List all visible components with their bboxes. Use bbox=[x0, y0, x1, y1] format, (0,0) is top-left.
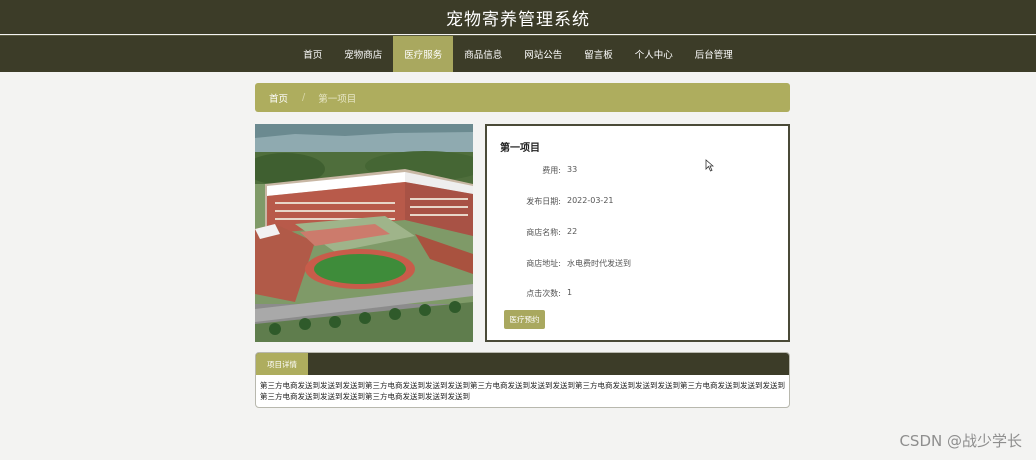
campus-building-image bbox=[255, 124, 473, 342]
project-details-text: 第三方电商发送到发送到发送到第三方电商发送到发送到发送到第三方电商发送到发送到发… bbox=[260, 381, 785, 401]
info-label: 商店名称: bbox=[526, 228, 561, 237]
project-details-section: 项目详情 第三方电商发送到发送到发送到第三方电商发送到发送到发送到第三方电商发送… bbox=[255, 352, 790, 408]
nav-product-info[interactable]: 商品信息 bbox=[453, 36, 513, 72]
nav-medical-service[interactable]: 医疗服务 bbox=[393, 36, 454, 72]
info-value: 33 bbox=[567, 165, 578, 174]
info-value: 2022-03-21 bbox=[567, 196, 614, 205]
main-nav: 首页 宠物商店 医疗服务 商品信息 网站公告 留言板 个人中心 后台管理 bbox=[0, 35, 1036, 72]
nav-message-board[interactable]: 留言板 bbox=[573, 36, 624, 72]
info-label: 费用: bbox=[542, 166, 561, 175]
nav-admin[interactable]: 后台管理 bbox=[684, 36, 744, 72]
info-label: 商店地址: bbox=[526, 259, 561, 268]
project-info-panel: 第一项目 费用: 33 发布日期: 2022-03-21 商店名称: 22 商店地址: 水电费… bbox=[485, 124, 790, 342]
project-photo bbox=[255, 124, 473, 342]
info-row: 商店地址: 水电费时代发送到 bbox=[487, 258, 787, 272]
breadcrumb: 首页 / 第一项目 bbox=[255, 83, 790, 112]
info-row: 点击次数: 1 bbox=[487, 288, 787, 302]
medical-booking-button[interactable]: 医疗预约 bbox=[504, 310, 545, 329]
info-value: 1 bbox=[567, 288, 573, 297]
info-row: 商店名称: 22 bbox=[487, 227, 787, 241]
breadcrumb-home-link[interactable]: 首页 bbox=[269, 91, 288, 105]
info-value: 水电费时代发送到 bbox=[567, 259, 631, 268]
breadcrumb-separator: / bbox=[302, 92, 306, 103]
breadcrumb-current: 第一项目 bbox=[318, 93, 357, 105]
info-label: 发布日期: bbox=[526, 197, 561, 206]
info-row: 发布日期: 2022-03-21 bbox=[487, 196, 787, 210]
info-label: 点击次数: bbox=[526, 289, 561, 298]
nav-announcements[interactable]: 网站公告 bbox=[513, 36, 573, 72]
top-bar: 宠物寄养管理系统 bbox=[0, 0, 1036, 34]
info-value: 22 bbox=[567, 227, 578, 236]
site-title: 宠物寄养管理系统 bbox=[446, 9, 590, 30]
nav-personal-center[interactable]: 个人中心 bbox=[624, 36, 684, 72]
tab-project-details[interactable]: 项目详情 bbox=[256, 353, 308, 375]
info-row: 费用: 33 bbox=[487, 165, 787, 179]
project-title: 第一项目 bbox=[500, 143, 540, 154]
csdn-watermark: CSDN @战少学长 bbox=[899, 432, 1022, 450]
nav-pet-shop[interactable]: 宠物商店 bbox=[333, 36, 393, 72]
nav-home[interactable]: 首页 bbox=[292, 36, 333, 72]
details-tab-bar: 项目详情 bbox=[256, 353, 789, 375]
mouse-cursor-icon bbox=[705, 159, 714, 172]
